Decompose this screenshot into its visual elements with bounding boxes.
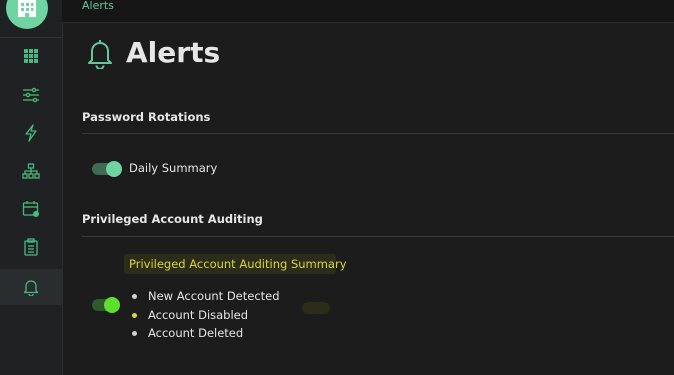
bell-icon <box>23 280 39 296</box>
toggle-knob <box>104 297 120 313</box>
bolt-icon <box>25 124 37 142</box>
sidebar-item-settings[interactable] <box>0 77 62 113</box>
sidebar-item-activity[interactable] <box>0 115 62 151</box>
sidebar-item-hierarchy[interactable] <box>0 153 62 189</box>
hierarchy-icon <box>22 163 40 179</box>
bell-icon <box>88 39 112 69</box>
auditing-items-list: New Account Detected Account Disabled Ac… <box>132 287 280 343</box>
list-item-label: Account Disabled <box>148 307 249 322</box>
auditing-summary-toggle[interactable] <box>92 297 120 313</box>
daily-summary-toggle[interactable] <box>92 161 122 177</box>
sidebar-item-reports[interactable] <box>0 229 62 265</box>
sidebar-item-schedule[interactable] <box>0 191 62 227</box>
sidebar-item-alerts[interactable] <box>0 269 62 305</box>
list-item: New Account Detected <box>132 287 280 306</box>
section-title-password-rotations: Password Rotations <box>82 110 211 124</box>
list-item-label: Account Deleted <box>148 326 244 340</box>
clipboard-icon <box>24 238 38 256</box>
highlight-marker <box>302 302 330 314</box>
daily-summary-label: Daily Summary <box>129 161 218 175</box>
app-logo[interactable] <box>6 0 48 29</box>
section-divider <box>82 236 674 237</box>
bullet-dot <box>132 312 137 318</box>
list-item: Account Disabled <box>132 306 280 325</box>
page-header: Alerts <box>86 36 220 69</box>
calendar-icon <box>22 201 39 217</box>
grid-icon <box>24 49 38 63</box>
page-title: Alerts <box>126 36 221 69</box>
section-divider <box>82 133 674 134</box>
main-content: Alerts Password Rotations Daily Summary … <box>62 22 674 375</box>
sliders-icon <box>23 87 39 103</box>
sidebar-item-dashboard[interactable] <box>0 38 62 74</box>
top-bar: Alerts <box>62 0 674 23</box>
bullet-dot <box>132 294 137 299</box>
sidebar <box>0 0 63 375</box>
list-item: Account Deleted <box>132 324 280 343</box>
breadcrumb[interactable]: Alerts <box>82 0 114 12</box>
building-icon <box>18 0 36 17</box>
list-item-label: New Account Detected <box>148 289 280 303</box>
auditing-summary-label: Privileged Account Auditing Summary <box>129 257 347 271</box>
bullet-dot <box>132 331 137 336</box>
section-title-privileged-auditing: Privileged Account Auditing <box>82 212 263 226</box>
toggle-knob <box>106 161 122 177</box>
